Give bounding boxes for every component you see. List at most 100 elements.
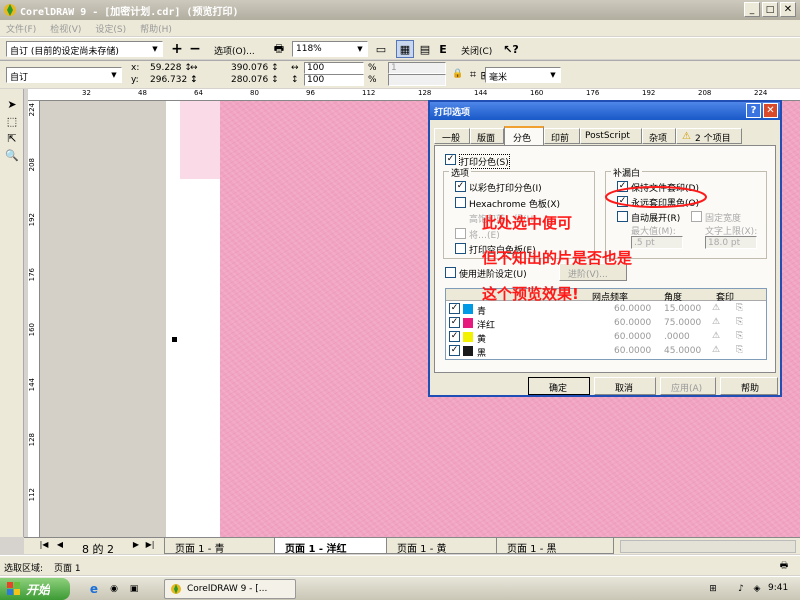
tray-update-icon[interactable]: ◈ bbox=[750, 581, 764, 597]
auto-spread-label: 自动展开(R) bbox=[631, 214, 681, 224]
invert-icon[interactable]: ▤ bbox=[416, 40, 434, 58]
tab-page1-black[interactable]: 页面 1 - 黑 bbox=[496, 538, 614, 555]
tile-field[interactable]: 1 bbox=[388, 62, 446, 74]
ink-checkbox[interactable]: ✓ bbox=[449, 331, 460, 342]
scale-y-field[interactable]: 100 bbox=[304, 74, 364, 86]
tray-volume-icon[interactable]: ♪ bbox=[734, 581, 748, 597]
overprint-graphic-icon[interactable]: ⚠ bbox=[712, 317, 720, 327]
task-button-coreldraw[interactable]: CorelDRAW 9 - [... bbox=[164, 579, 296, 599]
ruler-tick-label: 176 bbox=[28, 268, 36, 282]
overprint-text-icon[interactable]: ⎘ bbox=[736, 345, 743, 355]
apply-button[interactable]: 应用(A) bbox=[660, 377, 716, 395]
menu-view[interactable]: 检视(V) bbox=[50, 22, 81, 35]
dialog-help-button[interactable]: ? bbox=[746, 103, 761, 118]
explorer-icon[interactable]: ▣ bbox=[126, 581, 142, 597]
tab-prepress[interactable]: 印前 bbox=[544, 128, 580, 144]
warning-icon: ⚠ bbox=[682, 131, 691, 142]
menu-help[interactable]: 帮助(H) bbox=[140, 22, 172, 35]
maximize-button[interactable]: □ bbox=[762, 2, 778, 17]
ink-checkbox[interactable]: ✓ bbox=[449, 345, 460, 356]
zoom-tool-icon[interactable]: 🔍 bbox=[3, 146, 21, 164]
page-tabs-bar: |◀ ◀ 8 的 2 ▶ ▶| 页面 1 - 青 页面 1 - 洋红 页面 1 … bbox=[24, 537, 800, 556]
add-preset-icon[interactable]: + bbox=[168, 40, 186, 58]
next-page-icon[interactable]: ▶ bbox=[130, 540, 142, 549]
overprint-text-icon[interactable]: ⎘ bbox=[736, 303, 743, 313]
minimize-button[interactable]: _ bbox=[744, 2, 760, 17]
marquee-tool-icon[interactable]: ⬚ bbox=[3, 112, 21, 130]
max-field[interactable]: .5 pt bbox=[631, 236, 683, 249]
ink-checkbox[interactable]: ✓ bbox=[449, 303, 460, 314]
select-tool-icon[interactable]: ⇱ bbox=[3, 129, 21, 147]
remove-preset-icon[interactable]: − bbox=[186, 40, 204, 58]
ink-row[interactable]: ✓ 青 60.0000 15.0000 ⚠ ⎘ bbox=[446, 302, 766, 317]
tab-page1-yellow[interactable]: 页面 1 - 黄 bbox=[386, 538, 504, 555]
ink-row[interactable]: ✓ 洋红 60.0000 75.0000 ⚠ ⎘ bbox=[446, 316, 766, 331]
zoom-select[interactable]: 118% ▼ bbox=[292, 41, 368, 57]
start-button[interactable]: 开始 bbox=[0, 578, 70, 600]
tab-page1-magenta[interactable]: 页面 1 - 洋红 bbox=[274, 538, 394, 555]
help-pointer-icon[interactable]: ↖? bbox=[502, 40, 520, 58]
options-button[interactable]: 选项(O)... bbox=[214, 44, 255, 57]
width-field[interactable]: 390.076 ↕ bbox=[231, 63, 279, 73]
blank-plates-checkbox[interactable] bbox=[455, 243, 466, 254]
tab-page1-cyan[interactable]: 页面 1 - 青 bbox=[164, 538, 282, 555]
overprint-graphic-icon[interactable]: ⚠ bbox=[712, 331, 720, 341]
annotation-ellipse bbox=[605, 186, 707, 208]
close-button[interactable]: ✕ bbox=[780, 2, 796, 17]
tab-issues[interactable]: ⚠ 2 个项目 bbox=[676, 128, 742, 144]
prev-page-icon[interactable]: ◀ bbox=[54, 540, 66, 549]
last-page-icon[interactable]: ▶| bbox=[144, 540, 156, 549]
overprint-graphic-icon[interactable]: ⚠ bbox=[712, 345, 720, 355]
ok-button[interactable]: 确定 bbox=[528, 377, 590, 395]
hexachrome-label: Hexachrome 色板(X) bbox=[469, 200, 561, 210]
tile-field-2[interactable] bbox=[388, 74, 446, 86]
tab-layout[interactable]: 版面 bbox=[470, 128, 504, 144]
media-icon[interactable]: ◉ bbox=[106, 581, 122, 597]
ink-row[interactable]: ✓ 黄 60.0000.0000 ⚠ ⎘ bbox=[446, 330, 766, 345]
ink-swatch bbox=[463, 304, 473, 314]
ink-row[interactable]: ✓ 黑 60.0000 45.0000 ⚠ ⎘ bbox=[446, 344, 766, 359]
text-limit-field[interactable]: 18.0 pt bbox=[705, 236, 757, 249]
emulsion-icon[interactable]: E bbox=[434, 40, 452, 58]
auto-spread-checkbox[interactable] bbox=[617, 211, 628, 222]
dialog-tabs: 一般 版面 分色 印前 PostScript 杂项 ⚠ 2 个项目 bbox=[434, 126, 778, 146]
dialog-title: 打印选项 bbox=[434, 108, 471, 118]
separations-icon[interactable]: ▦ bbox=[396, 40, 414, 58]
menu-settings[interactable]: 设定(S) bbox=[95, 22, 126, 35]
unit-select[interactable]: 毫米 ▼ bbox=[485, 67, 561, 83]
advanced-settings-checkbox[interactable] bbox=[445, 267, 456, 278]
dialog-close-button[interactable]: ✕ bbox=[763, 103, 778, 118]
color-separations-checkbox[interactable]: ✓ bbox=[455, 181, 466, 192]
cancel-button[interactable]: 取消 bbox=[594, 377, 656, 395]
hexachrome-checkbox[interactable] bbox=[455, 197, 466, 208]
ruler-tick-label: 192 bbox=[642, 89, 656, 97]
tab-misc[interactable]: 杂项 bbox=[642, 128, 676, 144]
tab-label: 印前 bbox=[551, 134, 570, 144]
preset-select[interactable]: 自订 (目前的设定尚未存储) ▼ bbox=[6, 41, 163, 57]
height-field[interactable]: 280.076 ↕ bbox=[231, 75, 279, 85]
first-page-icon[interactable]: |◀ bbox=[38, 540, 50, 549]
tab-postscript[interactable]: PostScript bbox=[580, 128, 642, 144]
help-button[interactable]: 帮助 bbox=[720, 377, 778, 395]
close-preview-button[interactable]: 关闭(C) bbox=[461, 44, 492, 57]
full-screen-icon[interactable]: ▭ bbox=[372, 40, 390, 58]
selection-handle[interactable] bbox=[172, 337, 177, 342]
horizontal-scrollbar[interactable] bbox=[620, 540, 796, 553]
hidden-option-2-checkbox[interactable] bbox=[455, 228, 466, 239]
overprint-text-icon[interactable]: ⎘ bbox=[736, 331, 743, 341]
tab-general[interactable]: 一般 bbox=[434, 128, 470, 144]
overprint-graphic-icon[interactable]: ⚠ bbox=[712, 303, 720, 313]
ie-icon[interactable]: e bbox=[86, 581, 102, 597]
overprint-text-icon[interactable]: ⎘ bbox=[736, 317, 743, 327]
style-select[interactable]: 自订 ▼ bbox=[6, 67, 122, 83]
printer-icon[interactable]: 🖶 bbox=[270, 40, 288, 58]
pick-tool-icon[interactable]: ➤ bbox=[3, 95, 21, 113]
scale-x-field[interactable]: 100 bbox=[304, 62, 364, 74]
fixed-width-checkbox[interactable] bbox=[691, 211, 702, 222]
lock-icon[interactable]: 🔒 bbox=[452, 69, 463, 79]
x-field[interactable]: 59.228 ↕ bbox=[150, 63, 192, 73]
ink-checkbox[interactable]: ✓ bbox=[449, 317, 460, 328]
tab-separations[interactable]: 分色 bbox=[504, 126, 544, 146]
print-separations-checkbox[interactable]: ✓ bbox=[445, 154, 456, 165]
menu-file[interactable]: 文件(F) bbox=[6, 22, 36, 35]
